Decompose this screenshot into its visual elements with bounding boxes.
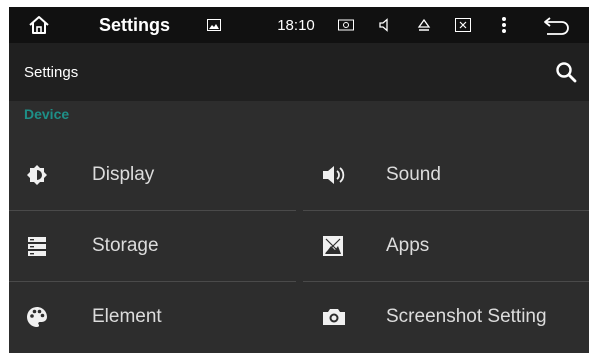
eject-icon[interactable] [411,7,437,43]
tile-display[interactable]: Display [9,140,296,210]
tile-storage[interactable]: Storage [9,211,296,281]
tile-label: Sound [386,164,441,185]
tile-label: Display [92,164,155,185]
app-bar: Settings [9,43,589,101]
speaker-icon [321,163,345,187]
gallery-icon[interactable] [202,7,226,43]
screenshot-icon[interactable] [333,7,359,43]
tile-apps[interactable]: Apps [303,211,589,281]
clock: 18:10 [277,16,315,34]
search-icon[interactable] [549,55,583,89]
more-vert-icon[interactable] [491,7,517,43]
close-window-icon[interactable] [450,7,476,43]
tile-element[interactable]: Element [9,282,296,352]
settings-window: Settings 18:10 Settings Device Display S… [9,7,589,353]
volume-icon[interactable] [372,7,398,43]
section-header-device: Device [24,106,70,122]
apps-icon [321,234,345,258]
home-icon[interactable] [15,7,63,43]
tile-screenshot-setting[interactable]: Screenshot Setting [303,282,589,352]
tile-sound[interactable]: Sound [303,140,589,210]
status-title: Settings [99,14,171,35]
camera-icon [321,305,345,329]
tile-label: Apps [386,235,430,256]
page-title: Settings [24,63,79,81]
brightness-icon [25,163,49,187]
palette-icon [25,305,49,329]
back-icon[interactable] [537,7,577,43]
tile-label: Storage [92,235,159,256]
tile-label: Element [92,306,162,327]
tile-label: Screenshot Setting [386,306,547,327]
status-bar: Settings 18:10 [9,7,589,43]
storage-icon [25,234,49,258]
